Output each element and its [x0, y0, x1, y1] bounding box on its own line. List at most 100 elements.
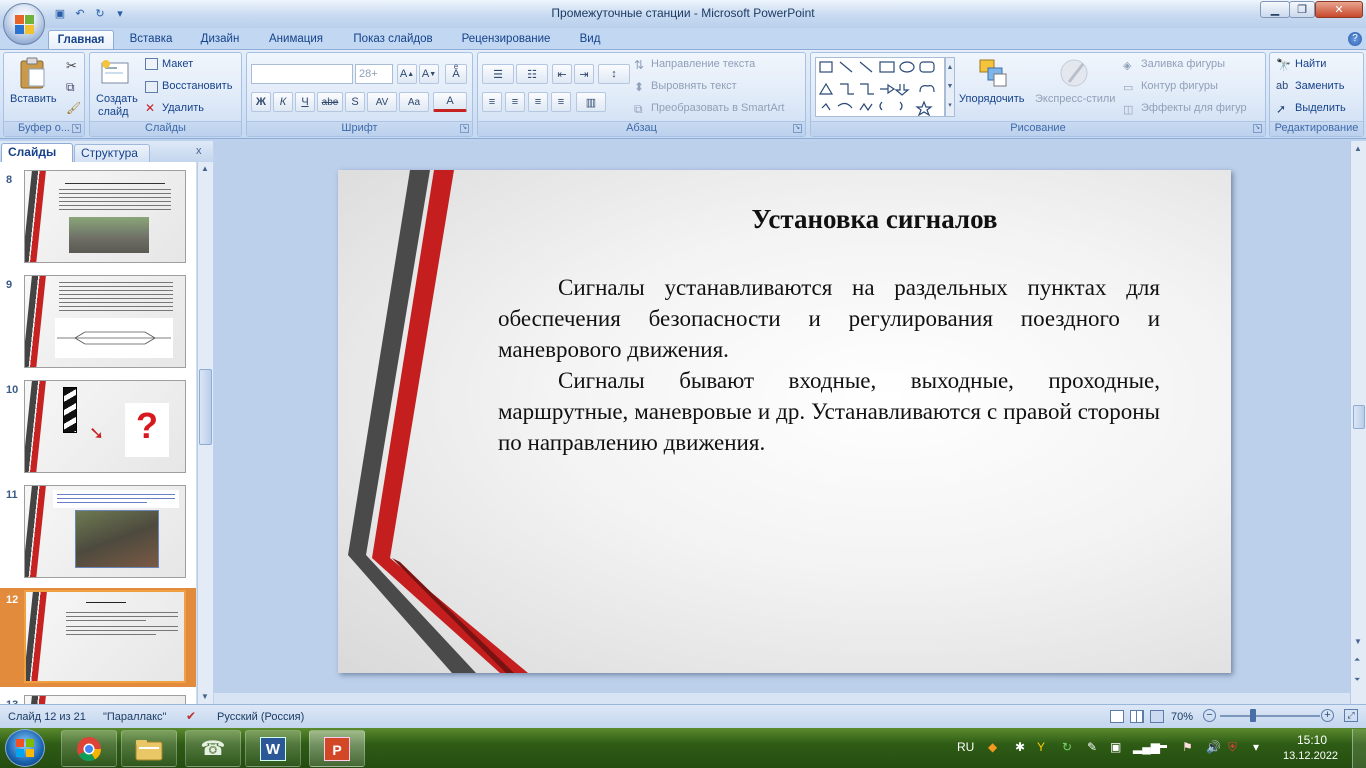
layout-button[interactable]: Макет	[162, 58, 193, 70]
cut-icon[interactable]: ✂	[66, 58, 80, 73]
decrease-indent-icon[interactable]: ⇤	[552, 64, 572, 84]
smartart-button[interactable]: Преобразовать в SmartArt	[651, 102, 784, 114]
font-size-box[interactable]: 28+	[355, 64, 393, 84]
change-case-icon[interactable]: Aa	[399, 92, 429, 112]
delete-button[interactable]: Удалить	[162, 102, 204, 114]
clipboard-launcher-icon[interactable]: ↘	[72, 124, 81, 133]
underline-button[interactable]: Ч	[295, 92, 315, 112]
arrange-icon[interactable]	[978, 58, 1008, 88]
slide-thumbnail-8[interactable]	[24, 170, 186, 263]
tab-outline[interactable]: Структура	[74, 144, 150, 162]
new-slide-button-line2[interactable]: слайд	[98, 106, 129, 118]
tab-insert[interactable]: Вставка	[122, 30, 180, 50]
shapes-gallery[interactable]	[815, 57, 945, 117]
office-button[interactable]	[3, 3, 45, 45]
zoom-out-icon[interactable]: −	[1203, 709, 1216, 722]
find-button[interactable]: Найти	[1295, 58, 1326, 70]
reset-button[interactable]: Восстановить	[162, 80, 232, 92]
next-slide-icon[interactable]: ⏷	[1354, 675, 1360, 685]
antivirus-icon[interactable]: ⛨	[1228, 740, 1237, 755]
font-launcher-icon[interactable]: ↘	[460, 124, 469, 133]
select-button[interactable]: Выделить	[1295, 102, 1346, 114]
fit-slide-icon[interactable]: ⤢	[1344, 709, 1358, 722]
pane-close-icon[interactable]: x	[196, 145, 202, 157]
close-button[interactable]: ✕	[1315, 1, 1363, 18]
zoom-level[interactable]: 70%	[1171, 711, 1193, 723]
tray-expand-icon[interactable]: ▾	[1253, 740, 1259, 754]
format-painter-icon[interactable]: 🖌	[66, 101, 81, 115]
tab-review[interactable]: Рецензирование	[452, 30, 560, 50]
drawing-launcher-icon[interactable]: ↘	[1253, 124, 1262, 133]
arrange-button[interactable]: Упорядочить	[959, 93, 1024, 105]
slide-thumbnail-10[interactable]: ➘ ?	[24, 380, 186, 473]
copy-icon[interactable]: ⧉	[66, 80, 80, 94]
slide-thumbnail-12[interactable]	[24, 590, 186, 683]
taskbar-powerpoint[interactable]: P	[309, 730, 365, 767]
taskbar-explorer[interactable]	[121, 730, 177, 767]
zoom-in-icon[interactable]: +	[1321, 709, 1334, 722]
slide-thumbnail-9[interactable]	[24, 275, 186, 368]
paragraph-launcher-icon[interactable]: ↘	[793, 124, 802, 133]
tab-home[interactable]: Главная	[48, 30, 114, 50]
tray-tool-icon[interactable]: ✎	[1087, 740, 1097, 754]
scroll-up-icon[interactable]: ▲	[201, 164, 209, 173]
scroll-down-icon[interactable]: ▼	[1354, 637, 1362, 646]
tab-design[interactable]: Дизайн	[190, 30, 250, 50]
quick-styles-button[interactable]: Экспресс-стили	[1035, 93, 1115, 105]
tab-slides[interactable]: Слайды	[1, 143, 73, 162]
increase-indent-icon[interactable]: ⇥	[574, 64, 594, 84]
bullets-icon[interactable]: ☰	[482, 64, 514, 84]
paste-button[interactable]: Вставить	[10, 93, 57, 105]
slide-body[interactable]: Сигналы устанавливаются на раздельных пу…	[498, 272, 1160, 458]
spellcheck-icon[interactable]: ✔	[186, 709, 196, 723]
previous-slide-icon[interactable]: ⏶	[1354, 655, 1360, 665]
font-color-icon[interactable]: A	[433, 92, 467, 112]
tab-animation[interactable]: Анимация	[260, 30, 332, 50]
taskbar-phone-app[interactable]: ☎	[185, 730, 241, 767]
sorter-view-icon[interactable]	[1130, 710, 1144, 723]
slide-thumbnail-11[interactable]	[24, 485, 186, 578]
show-desktop-button[interactable]	[1352, 729, 1366, 768]
undo-icon[interactable]: ↶	[72, 5, 88, 21]
char-spacing-icon[interactable]: AV	[367, 92, 397, 112]
clock-time[interactable]: 15:10	[1297, 733, 1327, 747]
action-center-icon[interactable]: ⚑	[1182, 740, 1193, 754]
main-scrollbar[interactable]: ▲ ▼ ⏶ ⏷	[1350, 141, 1366, 704]
scroll-thumb[interactable]	[1353, 405, 1365, 429]
clock-date[interactable]: 13.12.2022	[1283, 750, 1338, 762]
quick-styles-icon[interactable]	[1059, 58, 1091, 90]
shrink-font-icon[interactable]: A ▼	[419, 64, 439, 84]
bluetooth-icon[interactable]: ✱	[1015, 740, 1025, 754]
line-spacing-icon[interactable]: ↕	[598, 64, 630, 84]
tray-sync-icon[interactable]: ↻	[1062, 740, 1072, 754]
zoom-slider-thumb[interactable]	[1250, 709, 1256, 722]
shape-outline-button[interactable]: Контур фигуры	[1141, 80, 1218, 92]
shape-effects-button[interactable]: Эффекты для фигур	[1141, 102, 1247, 114]
align-text-button[interactable]: Выровнять текст	[651, 80, 737, 92]
tab-slideshow[interactable]: Показ слайдов	[344, 30, 442, 50]
new-slide-button[interactable]: Создать	[96, 93, 138, 105]
strikethrough-button[interactable]: abe	[317, 92, 343, 112]
clear-format-icon[interactable]: Aͤ	[445, 64, 467, 84]
justify-icon[interactable]: ≡	[551, 92, 571, 112]
normal-view-icon[interactable]	[1110, 710, 1124, 723]
slide[interactable]: Установка сигналов Сигналы устанавливают…	[338, 170, 1231, 673]
grow-font-icon[interactable]: A ▲	[397, 64, 417, 84]
font-name-box[interactable]	[251, 64, 353, 84]
new-slide-icon[interactable]	[100, 59, 130, 87]
text-direction-button[interactable]: Направление текста	[651, 58, 755, 70]
numbering-icon[interactable]: ☷	[516, 64, 548, 84]
start-button[interactable]	[5, 729, 45, 767]
slide-thumbnail-13[interactable]	[24, 695, 186, 704]
slideshow-view-icon[interactable]	[1150, 710, 1164, 723]
keyboard-language[interactable]: RU	[957, 740, 974, 754]
restore-button[interactable]: ❐	[1289, 1, 1315, 18]
scroll-down-icon[interactable]: ▼	[201, 692, 209, 701]
shapes-scroll-icon[interactable]: ▲ ▼ ▾	[945, 57, 955, 117]
tray-device-icon[interactable]: ▣	[1110, 740, 1121, 754]
italic-button[interactable]: К	[273, 92, 293, 112]
theme-name[interactable]: "Параллакс"	[103, 711, 166, 723]
redo-icon[interactable]: ↻	[92, 5, 108, 21]
shape-fill-button[interactable]: Заливка фигуры	[1141, 58, 1225, 70]
tab-view[interactable]: Вид	[570, 30, 610, 50]
